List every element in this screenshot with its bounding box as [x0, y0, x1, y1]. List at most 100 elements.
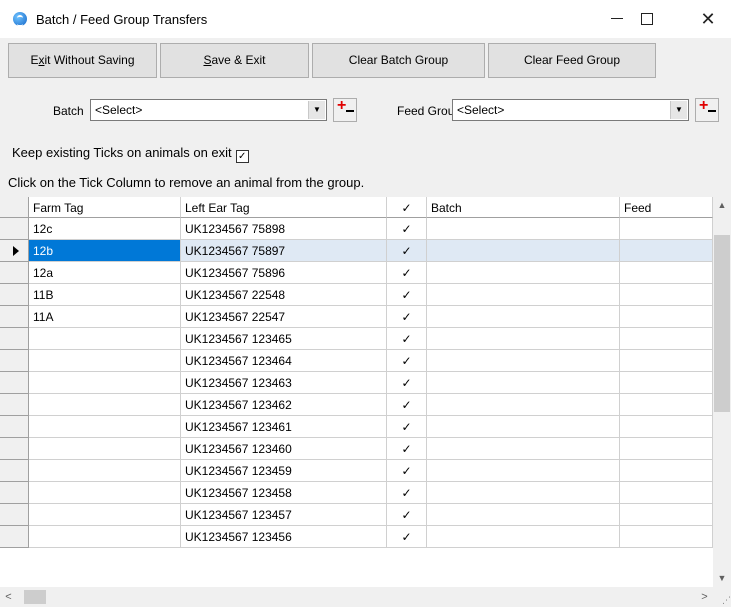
batch-cell[interactable] — [427, 350, 620, 372]
resize-grip-icon[interactable]: ⋰ — [713, 587, 731, 607]
left-ear-tag-cell[interactable]: UK1234567 75897 — [181, 240, 387, 262]
farm-tag-cell[interactable] — [29, 394, 181, 416]
feed-cell[interactable] — [620, 218, 713, 240]
farm-tag-cell[interactable] — [29, 416, 181, 438]
scroll-right-icon[interactable]: > — [696, 587, 713, 607]
table-row[interactable]: UK1234567 123465 ✓ — [0, 328, 713, 350]
left-ear-tag-cell[interactable]: UK1234567 123458 — [181, 482, 387, 504]
tick-cell[interactable]: ✓ — [387, 350, 427, 372]
add-feed-group-button[interactable]: + — [695, 97, 719, 122]
tick-cell[interactable]: ✓ — [387, 504, 427, 526]
farm-tag-cell[interactable] — [29, 350, 181, 372]
left-ear-tag-cell[interactable]: UK1234567 123459 — [181, 460, 387, 482]
left-ear-tag-cell[interactable]: UK1234567 22547 — [181, 306, 387, 328]
batch-cell[interactable] — [427, 504, 620, 526]
table-row[interactable]: UK1234567 123461 ✓ — [0, 416, 713, 438]
row-header[interactable] — [0, 526, 29, 548]
batch-cell[interactable] — [427, 262, 620, 284]
tick-cell[interactable]: ✓ — [387, 416, 427, 438]
table-row[interactable]: UK1234567 123459 ✓ — [0, 460, 713, 482]
clear-batch-group-button[interactable]: Clear Batch Group — [312, 43, 485, 78]
table-row[interactable]: UK1234567 123463 ✓ — [0, 372, 713, 394]
tick-cell[interactable]: ✓ — [387, 240, 427, 262]
chevron-down-icon[interactable]: ▼ — [670, 101, 687, 119]
tick-cell[interactable]: ✓ — [387, 482, 427, 504]
tick-cell[interactable]: ✓ — [387, 526, 427, 548]
row-header[interactable] — [0, 372, 29, 394]
left-ear-tag-cell[interactable]: UK1234567 123456 — [181, 526, 387, 548]
feed-cell[interactable] — [620, 460, 713, 482]
left-ear-tag-cell[interactable]: UK1234567 22548 — [181, 284, 387, 306]
batch-cell[interactable] — [427, 328, 620, 350]
batch-cell[interactable] — [427, 394, 620, 416]
feed-cell[interactable] — [620, 350, 713, 372]
farm-tag-cell[interactable]: 12a — [29, 262, 181, 284]
tick-cell[interactable]: ✓ — [387, 262, 427, 284]
farm-tag-cell[interactable]: 12b — [29, 240, 181, 262]
row-header[interactable] — [0, 284, 29, 306]
tick-cell[interactable]: ✓ — [387, 372, 427, 394]
farm-tag-cell[interactable]: 11A — [29, 306, 181, 328]
left-ear-tag-cell[interactable]: UK1234567 123465 — [181, 328, 387, 350]
farm-tag-cell[interactable] — [29, 438, 181, 460]
column-header-feed[interactable]: Feed — [620, 197, 713, 218]
feed-cell[interactable] — [620, 416, 713, 438]
save-exit-button[interactable]: Save & Exit — [160, 43, 309, 78]
vertical-scroll-thumb[interactable] — [714, 235, 730, 412]
batch-cell[interactable] — [427, 526, 620, 548]
left-ear-tag-cell[interactable]: UK1234567 75896 — [181, 262, 387, 284]
column-header-farm-tag[interactable]: Farm Tag — [29, 197, 181, 218]
clear-feed-group-button[interactable]: Clear Feed Group — [488, 43, 656, 78]
table-row[interactable]: UK1234567 123458 ✓ — [0, 482, 713, 504]
scroll-up-icon[interactable]: ▲ — [713, 197, 731, 214]
row-header[interactable] — [0, 416, 29, 438]
row-header[interactable] — [0, 504, 29, 526]
feed-cell[interactable] — [620, 438, 713, 460]
farm-tag-cell[interactable] — [29, 526, 181, 548]
tick-cell[interactable]: ✓ — [387, 306, 427, 328]
tick-cell[interactable]: ✓ — [387, 394, 427, 416]
row-header[interactable] — [0, 262, 29, 284]
batch-cell[interactable] — [427, 284, 620, 306]
left-ear-tag-cell[interactable]: UK1234567 123460 — [181, 438, 387, 460]
table-row[interactable]: UK1234567 123464 ✓ — [0, 350, 713, 372]
farm-tag-cell[interactable] — [29, 372, 181, 394]
batch-cell[interactable] — [427, 240, 620, 262]
table-row[interactable]: 12c UK1234567 75898 ✓ — [0, 218, 713, 240]
left-ear-tag-cell[interactable]: UK1234567 123464 — [181, 350, 387, 372]
row-header[interactable] — [0, 328, 29, 350]
row-header[interactable] — [0, 240, 29, 262]
add-batch-button[interactable]: + — [333, 97, 357, 122]
feed-cell[interactable] — [620, 526, 713, 548]
tick-cell[interactable]: ✓ — [387, 328, 427, 350]
feed-cell[interactable] — [620, 504, 713, 526]
batch-cell[interactable] — [427, 416, 620, 438]
feed-group-select[interactable]: <Select> ▼ — [452, 99, 689, 121]
chevron-down-icon[interactable]: ▼ — [308, 101, 325, 119]
feed-cell[interactable] — [620, 394, 713, 416]
table-row[interactable]: UK1234567 123457 ✓ — [0, 504, 713, 526]
table-row[interactable]: UK1234567 123462 ✓ — [0, 394, 713, 416]
keep-ticks-checkbox[interactable]: ✓ — [235, 150, 249, 163]
row-header[interactable] — [0, 306, 29, 328]
row-header[interactable] — [0, 394, 29, 416]
table-row[interactable]: UK1234567 123460 ✓ — [0, 438, 713, 460]
batch-select[interactable]: <Select> ▼ — [90, 99, 327, 121]
batch-cell[interactable] — [427, 438, 620, 460]
keep-ticks-option[interactable]: Keep existing Ticks on animals on exit ✓ — [12, 145, 249, 163]
row-header[interactable] — [0, 438, 29, 460]
maximize-button[interactable] — [624, 0, 670, 38]
batch-cell[interactable] — [427, 306, 620, 328]
horizontal-scrollbar[interactable]: < > — [0, 587, 713, 607]
batch-cell[interactable] — [427, 460, 620, 482]
row-header[interactable] — [0, 460, 29, 482]
row-header[interactable] — [0, 350, 29, 372]
column-header-batch[interactable]: Batch — [427, 197, 620, 218]
farm-tag-cell[interactable] — [29, 328, 181, 350]
feed-cell[interactable] — [620, 240, 713, 262]
left-ear-tag-cell[interactable]: UK1234567 123463 — [181, 372, 387, 394]
exit-without-saving-button[interactable]: Exit Without Saving — [8, 43, 157, 78]
tick-cell[interactable]: ✓ — [387, 284, 427, 306]
feed-cell[interactable] — [620, 284, 713, 306]
close-button[interactable]: ✕ — [685, 0, 731, 38]
